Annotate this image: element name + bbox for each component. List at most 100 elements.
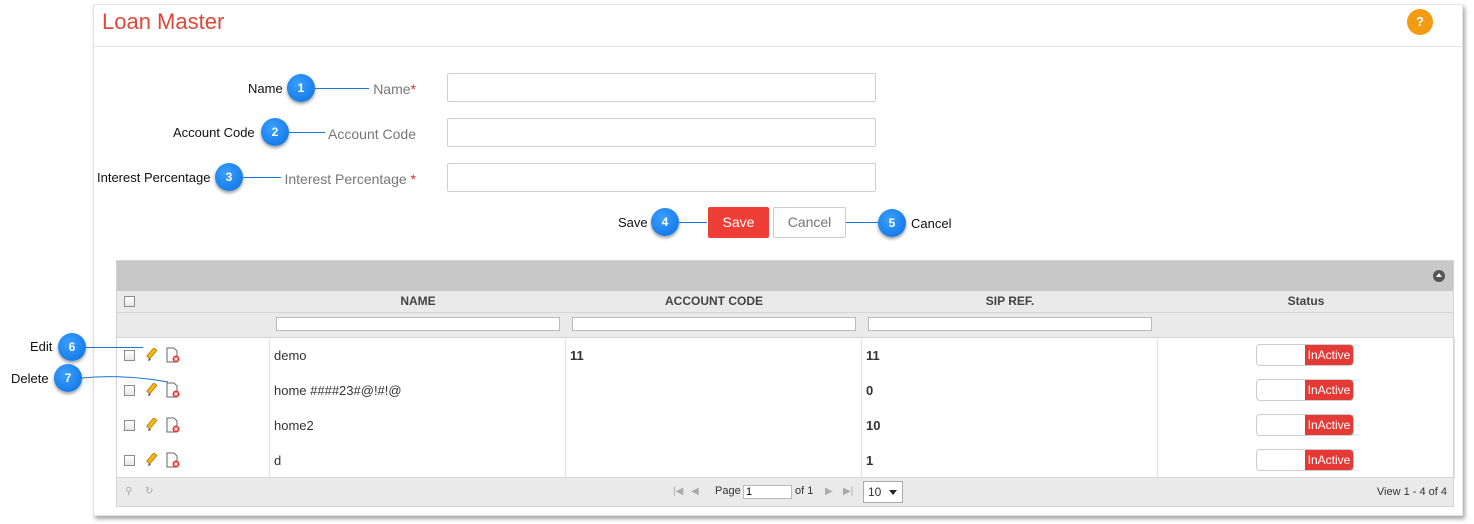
callout-line-1: [315, 88, 369, 89]
cell-sip-ref: 10: [862, 408, 1158, 443]
callout-line-2: [289, 132, 325, 133]
cell-status: InActive: [1158, 443, 1455, 478]
help-icon[interactable]: ?: [1407, 9, 1433, 35]
table-row: home ####23#@!#!@ 0 InActive: [117, 373, 1455, 409]
callout-line-5: [846, 222, 878, 223]
row-select-cell: [117, 408, 142, 443]
next-page-icon[interactable]: ▶: [825, 486, 833, 497]
account-code-input[interactable]: [447, 118, 876, 147]
cell-account-code: [566, 408, 862, 443]
callout-badge-6: 6: [58, 333, 86, 361]
prev-page-icon[interactable]: ◀: [691, 486, 699, 497]
edit-icon[interactable]: [146, 453, 160, 467]
filter-sip-ref-input[interactable]: [868, 317, 1152, 331]
cell-account-code: [566, 373, 862, 408]
column-header-account-code[interactable]: ACCOUNT CODE: [566, 291, 862, 312]
interest-percentage-input[interactable]: [447, 163, 876, 192]
actions-cell: [142, 443, 270, 478]
cell-name: demo: [270, 338, 566, 373]
row-checkbox[interactable]: [124, 455, 135, 466]
status-toggle[interactable]: InActive: [1256, 414, 1354, 436]
column-header-name[interactable]: NAME: [270, 291, 566, 312]
view-info: View 1 - 4 of 4: [1376, 486, 1447, 498]
grid-header: NAME ACCOUNT CODE SIP REF. Status: [117, 291, 1453, 313]
last-page-icon[interactable]: ▶|: [843, 486, 853, 497]
table-row: home2 10 InActive: [117, 408, 1455, 444]
row-checkbox[interactable]: [124, 350, 135, 361]
cell-sip-ref: 0: [862, 373, 1158, 408]
page-count-label: of 1: [795, 485, 814, 497]
grid-pager: ⚲ ↻ |◀ ◀ Page of 1 ▶ ▶| 10 View 1 - 4 of…: [117, 477, 1453, 506]
row-select-cell: [117, 443, 142, 478]
loan-grid: NAME ACCOUNT CODE SIP REF. Status demo 1…: [116, 260, 1455, 507]
callout-label-cancel: Cancel: [911, 216, 952, 231]
callout-line-4: [679, 222, 707, 223]
column-header-sip-ref[interactable]: SIP REF.: [862, 291, 1158, 312]
cell-account-code: 11: [566, 338, 862, 373]
callout-badge-2: 2: [261, 118, 289, 146]
cell-name: d: [270, 443, 566, 478]
status-toggle[interactable]: InActive: [1256, 379, 1354, 401]
name-field-label: Name*: [373, 81, 416, 97]
callout-label-interest: Interest Percentage: [97, 170, 211, 185]
status-badge: InActive: [1305, 345, 1353, 365]
cell-status: InActive: [1158, 338, 1455, 373]
row-checkbox[interactable]: [124, 385, 135, 396]
account-code-field-label: Account Code: [328, 126, 416, 142]
page-title: Loan Master: [102, 9, 225, 34]
title-divider: [94, 46, 1462, 47]
cell-sip-ref: 1: [862, 443, 1158, 478]
delete-icon[interactable]: [165, 452, 181, 468]
interest-field-label: Interest Percentage *: [284, 171, 416, 187]
delete-icon[interactable]: [165, 417, 181, 433]
cancel-button[interactable]: Cancel: [773, 207, 846, 238]
callout-label-delete: Delete: [11, 371, 49, 386]
cell-name: home2: [270, 408, 566, 443]
save-button[interactable]: Save: [708, 207, 769, 238]
grid-filter-row: [117, 313, 1453, 338]
row-checkbox[interactable]: [124, 420, 135, 431]
callout-line-3: [243, 177, 281, 178]
callout-badge-4: 4: [651, 208, 679, 236]
table-row: demo 11 11 InActive: [117, 338, 1455, 374]
status-badge: InActive: [1305, 415, 1353, 435]
edit-icon[interactable]: [146, 418, 160, 432]
callout-badge-5: 5: [878, 209, 906, 237]
callout-badge-7: 7: [54, 364, 82, 392]
cell-account-code: [566, 443, 862, 478]
refresh-icon[interactable]: ↻: [145, 486, 153, 497]
cell-status: InActive: [1158, 408, 1455, 443]
column-header-status[interactable]: Status: [1158, 291, 1454, 312]
rows-per-page-select[interactable]: 10: [863, 481, 903, 503]
callout-label-account-code: Account Code: [173, 125, 255, 140]
table-row: d 1 InActive: [117, 443, 1455, 479]
callout-label-name: Name: [248, 81, 283, 96]
callout-badge-1: 1: [287, 74, 315, 102]
status-toggle[interactable]: InActive: [1256, 344, 1354, 366]
row-select-cell: [117, 338, 142, 373]
cell-status: InActive: [1158, 373, 1455, 408]
status-toggle[interactable]: InActive: [1256, 449, 1354, 471]
select-all-checkbox[interactable]: [124, 296, 135, 307]
delete-icon[interactable]: [165, 347, 181, 363]
first-page-icon[interactable]: |◀: [673, 486, 683, 497]
callout-line-7: [82, 376, 169, 383]
callout-badge-3: 3: [215, 163, 243, 191]
search-icon[interactable]: ⚲: [125, 486, 132, 497]
filter-account-code-input[interactable]: [572, 317, 856, 331]
page-number-input[interactable]: [743, 485, 792, 499]
actions-cell: [142, 408, 270, 443]
name-input[interactable]: [447, 73, 876, 102]
actions-cell: [142, 338, 270, 373]
filter-name-input[interactable]: [276, 317, 560, 331]
cell-sip-ref: 11: [862, 338, 1158, 373]
status-badge: InActive: [1305, 450, 1353, 470]
callout-line-6: [86, 347, 143, 348]
page-label: Page: [715, 485, 741, 497]
status-badge: InActive: [1305, 380, 1353, 400]
edit-icon[interactable]: [146, 348, 160, 362]
callout-label-edit: Edit: [30, 339, 53, 354]
collapse-icon[interactable]: [1433, 270, 1445, 282]
grid-caption-bar: [117, 261, 1453, 291]
cell-name: home ####23#@!#!@: [270, 373, 566, 408]
